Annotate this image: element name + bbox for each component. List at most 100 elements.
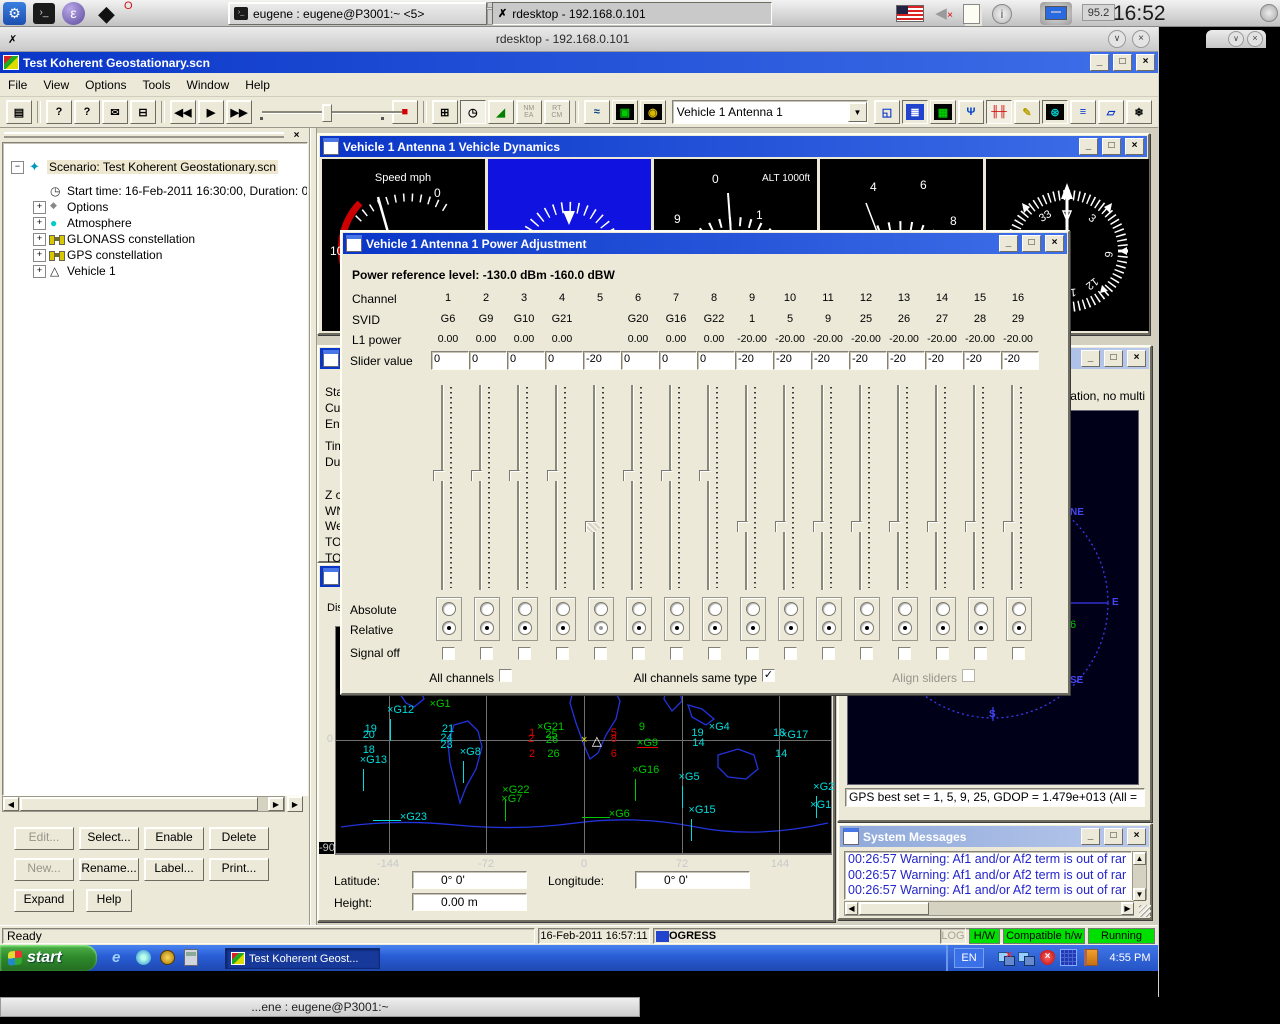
scroll-right-icon[interactable]: ▶ (268, 797, 284, 811)
tree-item-start[interactable]: ◷Start time: 16-Feb-2011 16:30:00, Durat… (3, 183, 307, 199)
absolute-radio[interactable] (480, 602, 494, 616)
select-button[interactable]: Select... (79, 827, 139, 850)
absolute-radio[interactable] (784, 602, 798, 616)
trackbar-thumb[interactable] (322, 104, 332, 122)
expand-expander[interactable]: + (33, 201, 46, 214)
relative-radio[interactable] (898, 621, 912, 635)
slider-value-input[interactable]: 0 (621, 351, 659, 370)
absolute-radio[interactable] (708, 602, 722, 616)
signal-off-checkbox[interactable] (860, 647, 873, 660)
rename-button[interactable]: Rename... (79, 858, 139, 881)
shade-icon[interactable]: ∨ (1228, 31, 1244, 47)
all-same-checkbox[interactable]: ✓ (762, 669, 775, 682)
scroll-left-icon[interactable]: ◀ (845, 902, 858, 915)
cascade-button[interactable]: ▱ (1098, 100, 1124, 124)
slider-value-input[interactable]: -20 (1001, 351, 1039, 370)
menu-window[interactable]: Window (179, 75, 238, 95)
signal-off-checkbox[interactable] (594, 647, 607, 660)
restore-button[interactable]: □ (1113, 54, 1132, 71)
bottom-window-bar[interactable]: ...ene : eugene@P3001:~ (0, 997, 640, 1017)
clipboard-icon[interactable] (958, 3, 984, 24)
relative-radio[interactable] (556, 621, 570, 635)
signal-off-checkbox[interactable] (936, 647, 949, 660)
slider-value-input[interactable]: -20 (963, 351, 1001, 370)
close-icon[interactable]: × (1132, 30, 1150, 48)
message-row[interactable]: 00:26:57 Warning: Af1 and/or Af2 term is… (848, 883, 1131, 899)
splitter[interactable] (310, 128, 317, 925)
panel-applet-icon[interactable] (1260, 4, 1278, 22)
power-titlebar[interactable]: Vehicle 1 Antenna 1 Power Adjustment _ □… (343, 233, 1067, 254)
close-button[interactable]: × (1136, 54, 1155, 71)
slider-value-input[interactable]: 0 (659, 351, 697, 370)
slider-value-input[interactable]: -20 (925, 351, 963, 370)
fast-forward-button[interactable]: ▶▶ (226, 100, 252, 124)
relative-radio[interactable] (480, 621, 494, 635)
start-button[interactable]: start (0, 945, 97, 971)
label-button[interactable]: Label... (144, 858, 204, 881)
absolute-radio[interactable] (746, 602, 760, 616)
context-help-button[interactable]: ? (74, 100, 100, 124)
slider-value-input[interactable]: 0 (507, 351, 545, 370)
taskbar-task-active[interactable]: Test Koherent Geost... (225, 948, 380, 969)
signal-off-checkbox[interactable] (442, 647, 455, 660)
restore-button[interactable]: □ (1104, 350, 1123, 367)
collapse-button[interactable]: ◱ (874, 100, 900, 124)
enable-button[interactable]: Enable (144, 827, 204, 850)
emacs-icon[interactable]: ε (62, 2, 85, 25)
relative-radio[interactable] (746, 621, 760, 635)
relative-radio[interactable] (442, 621, 456, 635)
absolute-radio[interactable] (556, 602, 570, 616)
absolute-radio[interactable] (860, 602, 874, 616)
menu-help[interactable]: Help (237, 75, 278, 95)
dock-handle[interactable] (4, 132, 284, 138)
print-button[interactable]: Print... (209, 858, 269, 881)
relative-radio[interactable] (822, 621, 836, 635)
scroll-right-icon[interactable]: ▶ (1121, 902, 1134, 915)
restore-button[interactable]: □ (1022, 235, 1041, 252)
network-offline-icon[interactable]: × (998, 950, 1014, 965)
slider-value-input[interactable]: -20 (849, 351, 887, 370)
scroll-thumb[interactable] (20, 797, 258, 811)
tree-item-atmosphere[interactable]: +●Atmosphere (3, 215, 307, 231)
relative-radio[interactable] (1012, 621, 1026, 635)
step-back-button[interactable]: ◀◀ (170, 100, 196, 124)
expand-expander[interactable]: + (33, 265, 46, 278)
close-button[interactable]: × (1127, 350, 1146, 367)
absolute-radio[interactable] (442, 602, 456, 616)
expand-button[interactable]: Expand (14, 889, 74, 912)
nmea-button[interactable]: NMEA (516, 100, 542, 124)
menu-view[interactable]: View (35, 75, 77, 95)
calculator-icon[interactable] (184, 949, 198, 966)
tree-item-gps[interactable]: +GPS constellation (3, 247, 307, 263)
absolute-radio[interactable] (594, 602, 608, 616)
restore-button[interactable]: □ (1104, 828, 1123, 845)
tree-toggle-button[interactable]: ⊞ (432, 100, 458, 124)
relative-radio[interactable] (784, 621, 798, 635)
resize-grip[interactable] (1139, 905, 1151, 917)
slider-value-input[interactable]: 0 (697, 351, 735, 370)
menu-file[interactable]: File (0, 75, 35, 95)
tree-hscrollbar[interactable]: ◀ ▶ (2, 796, 285, 812)
absolute-radio[interactable] (1012, 602, 1026, 616)
mail-button[interactable]: ✉ (102, 100, 128, 124)
target-button[interactable]: ◉ (640, 100, 666, 124)
relative-radio[interactable] (860, 621, 874, 635)
power-sliders-button[interactable]: ╫╫ (986, 100, 1012, 124)
slider-value-input[interactable]: 0 (431, 351, 469, 370)
relative-radio[interactable] (594, 621, 608, 635)
latitude-field[interactable]: 0° 0' (412, 871, 527, 889)
expand-panel-icon[interactable]: ▶ (287, 796, 303, 812)
signal-off-checkbox[interactable] (670, 647, 683, 660)
minimize-button[interactable]: _ (999, 235, 1018, 252)
tree-item-glonass[interactable]: +GLONASS constellation (3, 231, 307, 247)
signal-off-checkbox[interactable] (632, 647, 645, 660)
dynamics-titlebar[interactable]: Vehicle 1 Antenna 1 Vehicle Dynamics _ □… (320, 136, 1147, 157)
info-icon[interactable]: i (992, 4, 1012, 24)
tree-item-vehicle[interactable]: +△Vehicle 1 (3, 263, 307, 279)
close-button[interactable]: × (1045, 235, 1064, 252)
tree-root-row[interactable]: −✦Scenario: Test Koherent Geostationary.… (3, 159, 307, 175)
chevron-down-icon[interactable]: ▼ (848, 102, 867, 122)
close-button[interactable]: × (1127, 828, 1146, 845)
language-indicator[interactable]: EN (954, 948, 984, 968)
absolute-radio[interactable] (898, 602, 912, 616)
